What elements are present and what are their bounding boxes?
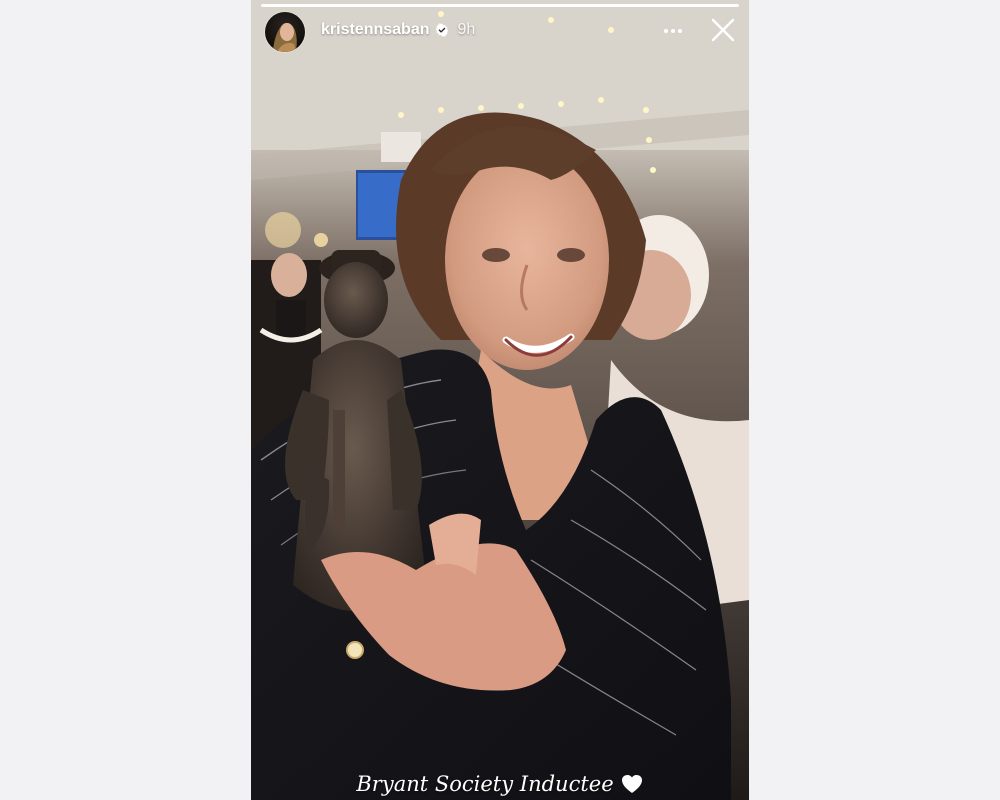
page: kristennsaban 9h Bryant Society Inductee [0, 0, 1000, 800]
story-viewer[interactable]: kristennsaban 9h Bryant Society Inductee [251, 0, 749, 800]
more-options-button[interactable] [661, 19, 685, 43]
story-photo [251, 0, 749, 800]
more-horizontal-icon [664, 29, 682, 33]
close-icon [711, 18, 735, 42]
profile-avatar[interactable] [265, 12, 305, 52]
avatar-image [265, 12, 305, 52]
story-header: kristennsaban 9h [251, 8, 749, 56]
white-heart-icon [620, 773, 644, 795]
username[interactable]: kristennsaban [321, 21, 429, 39]
story-time: 9h [457, 21, 476, 38]
story-progress-bar [261, 4, 739, 7]
story-user-info: kristennsaban 9h [321, 21, 475, 39]
close-story-button[interactable] [707, 14, 739, 46]
story-progress-fill [261, 4, 739, 7]
caption-text: Bryant Society Inductee [356, 772, 614, 796]
verified-badge-icon [435, 23, 449, 37]
story-caption: Bryant Society Inductee [251, 772, 749, 796]
